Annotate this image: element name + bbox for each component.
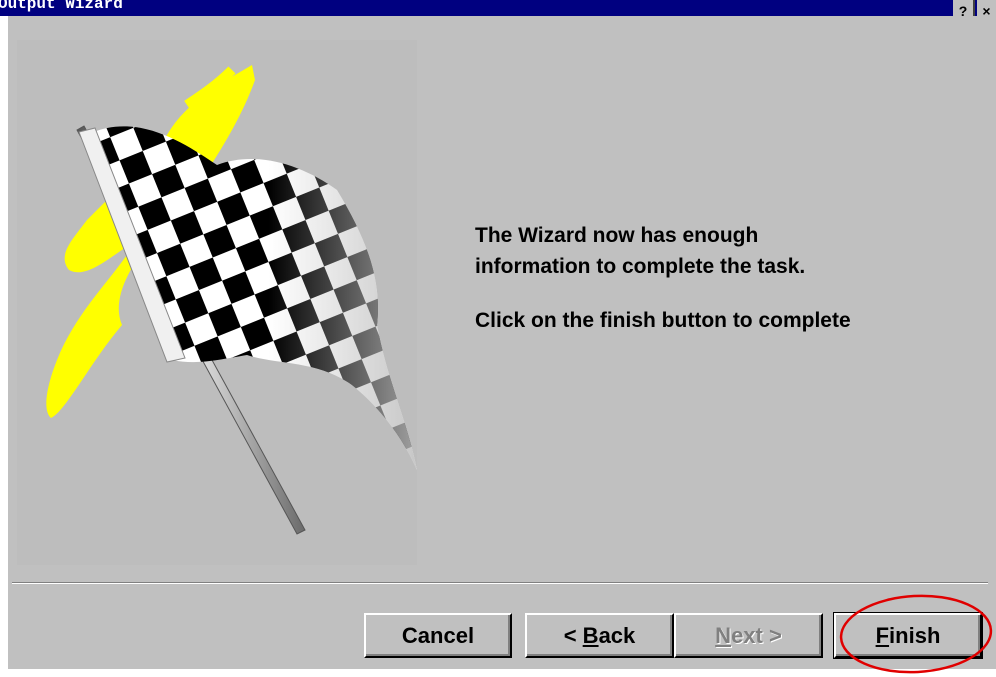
title-bar[interactable]: Output Wizard ? ×	[0, 0, 996, 16]
button-separator	[12, 582, 988, 584]
back-button-prefix: <	[563, 623, 583, 648]
next-button-label: ext >	[731, 623, 782, 648]
help-icon: ?	[958, 3, 968, 16]
checkered-flag-icon	[46, 65, 417, 535]
wizard-message: The Wizard now has enough information to…	[475, 220, 805, 282]
wizard-instruction: Click on the finish button to complete	[475, 309, 851, 332]
back-button[interactable]: < Back	[525, 613, 674, 658]
help-button[interactable]: ?	[953, 0, 975, 16]
back-button-accelerator: B	[582, 623, 599, 648]
wizard-illustration	[17, 40, 417, 565]
message-line-2: information to complete the task.	[475, 255, 806, 278]
back-button-label: ack	[598, 623, 636, 648]
cancel-button[interactable]: Cancel	[364, 613, 512, 658]
next-button[interactable]: Next >	[674, 613, 823, 658]
finish-button[interactable]: Finish	[833, 612, 983, 659]
wizard-window: Output Wizard ? × The Wizard now has eno…	[0, 0, 996, 677]
window-title: Output Wizard	[0, 0, 123, 13]
close-button[interactable]: ×	[977, 0, 996, 16]
close-icon: ×	[982, 3, 991, 16]
next-button-accelerator: N	[715, 623, 732, 648]
finish-button-label: inish	[889, 623, 941, 648]
finish-button-accelerator: F	[875, 623, 890, 648]
message-line-1: The Wizard now has enough	[475, 224, 759, 247]
